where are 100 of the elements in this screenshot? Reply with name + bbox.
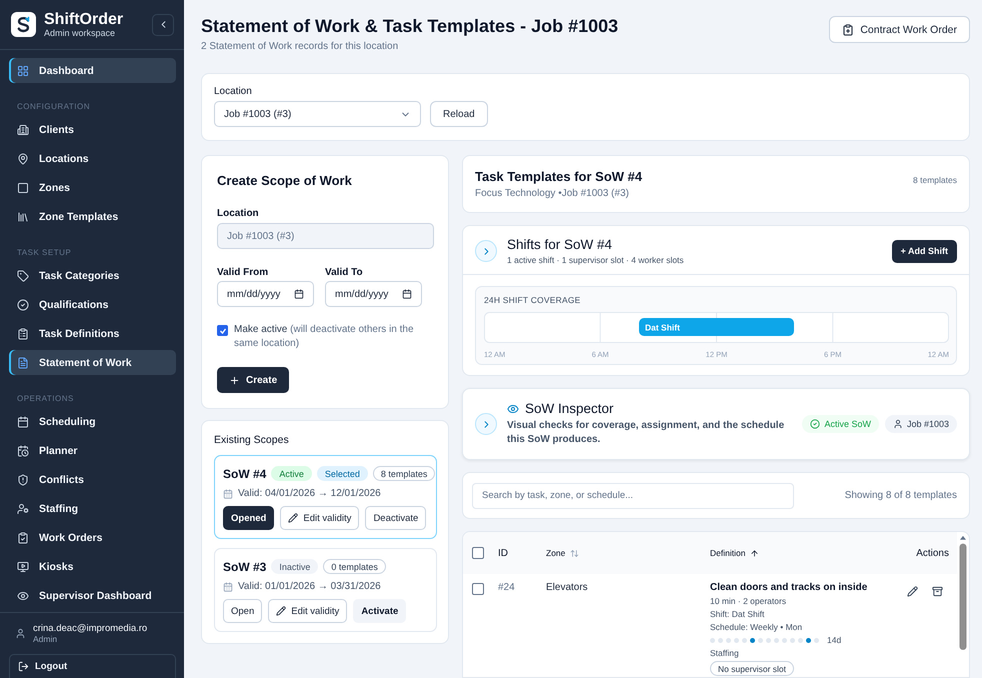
status-badge: 8 templates (372, 466, 436, 481)
scope-action-button[interactable]: Edit validity (280, 506, 360, 530)
scope-title: SoW #3 (223, 560, 266, 574)
calendar-icon (402, 289, 412, 299)
edit-button[interactable] (907, 586, 918, 597)
create-button[interactable]: Create (217, 367, 290, 393)
id-cell-text: #24 (498, 582, 516, 593)
brand-subtitle: Admin workspace (44, 28, 116, 38)
status-badge: 0 templates (323, 559, 386, 574)
clipboard-check-icon (17, 532, 29, 544)
card-title: Existing Scopes (214, 434, 290, 446)
calendar-icon (223, 488, 233, 498)
status-badge: Selected (316, 466, 368, 481)
date-field[interactable]: mm/dd/yyyy (217, 281, 314, 307)
row-checkbox[interactable] (472, 583, 484, 595)
scope-action-button[interactable]: Activate (353, 599, 406, 623)
logout-button[interactable]: Logout (9, 654, 176, 678)
day-span: 14d (827, 635, 842, 645)
nav-item[interactable]: Task Categories (9, 263, 176, 288)
logo-icon (11, 12, 36, 37)
nav-item[interactable]: Work Orders (9, 525, 176, 550)
scope-action-button[interactable]: Edit validity (268, 599, 348, 623)
nav-item[interactable]: Zones (9, 175, 176, 200)
check-circle-icon (810, 419, 820, 429)
nav-item[interactable]: Planner (9, 438, 176, 463)
page-subtitle: 2 Statement of Work records for this location (201, 41, 400, 52)
column-header[interactable]: Definition (710, 548, 889, 558)
nav-item[interactable]: Kiosks (9, 554, 176, 579)
staffing-badge: No supervisor slot (710, 661, 794, 676)
shield-icon (17, 474, 29, 486)
building-icon (17, 124, 29, 136)
tag-icon (17, 270, 29, 282)
pencil-icon (907, 586, 918, 597)
date-field[interactable]: mm/dd/yyyy (325, 281, 422, 307)
field-label: Location (214, 86, 253, 97)
coverage-title: 24H SHIFT COVERAGE (484, 295, 582, 305)
definition-detail: 10 min · 2 operators (710, 596, 788, 606)
page-title: Statement of Work & Task Templates - Job #1003 (201, 16, 618, 37)
search-field[interactable]: Search by task, zone, or schedule... (472, 482, 794, 508)
validity-text: Valid: 04/01/2026 → 12/01/2026 (238, 488, 381, 499)
document-icon (17, 356, 29, 368)
shift-bar[interactable] (639, 318, 794, 336)
nav-item[interactable]: Dashboard (9, 58, 176, 83)
make-active-checkbox[interactable] (217, 325, 228, 336)
nav-item[interactable]: Supervisor Dashboard (9, 583, 176, 608)
status-badge: Inactive (271, 559, 318, 574)
section-heading: TASK SETUP (16, 247, 72, 259)
clipboard-plus-icon (842, 24, 854, 36)
nav-item[interactable]: Qualifications (9, 292, 176, 317)
definition-detail: Schedule: Weekly • Mon (710, 622, 804, 632)
section-heading: CONFIGURATION (16, 101, 92, 113)
user-role: Admin (33, 634, 58, 644)
card-subtitle: Focus Technology •Job #1003 (#3) (475, 188, 630, 199)
make-active-label: Make active (will deactivate others in the same location) (234, 323, 415, 351)
column-header: Actions (915, 548, 949, 558)
nav-item[interactable]: Clients (9, 117, 176, 142)
nav-item[interactable]: Statement of Work (9, 350, 176, 375)
nav-item[interactable]: Staffing (9, 496, 176, 521)
scope-title: SoW #4 (223, 466, 266, 480)
location-field[interactable]: Job #1003 (#3) (217, 223, 434, 249)
nav-item[interactable]: Task Definitions (9, 321, 176, 346)
check-circle-icon (17, 298, 29, 310)
info-badge: Job #1003 (884, 415, 957, 433)
eye-icon (507, 402, 519, 414)
scope-action-button[interactable]: Deactivate (365, 506, 426, 530)
nav-item[interactable]: Zone Templates (9, 204, 176, 229)
square-icon (17, 182, 29, 194)
definition-detail: Shift: Dat Shift (710, 609, 766, 619)
contract-work-order-button[interactable]: Contract Work Order (829, 16, 970, 43)
user-icon (892, 419, 903, 429)
location-select[interactable]: Job #1003 (#3) (214, 101, 421, 127)
field-label: Valid From (217, 267, 270, 278)
scope-card[interactable]: SoW #4 Active Selected 8 templates Valid: 04/01/2026 → 12/01/2026 Opened Edit validity Deactivate (214, 455, 437, 539)
archive-icon (932, 586, 943, 597)
reload-button[interactable]: Reload (430, 101, 488, 127)
sort-icon (570, 548, 580, 558)
select-all-checkbox[interactable] (472, 547, 484, 559)
status-badge: Active (271, 466, 312, 481)
monitor-icon (17, 560, 29, 572)
card-title: Task Templates for SoW #4 (475, 169, 642, 184)
nav-item[interactable]: Conflicts (9, 467, 176, 492)
eye-icon (17, 590, 29, 602)
result-count: Showing 8 of 8 templates (844, 490, 957, 501)
scope-action-button[interactable]: Opened (223, 506, 274, 530)
section-heading: OPERATIONS (16, 393, 75, 405)
arrow-up-icon (750, 548, 760, 558)
brand-name: ShiftOrder (44, 11, 124, 28)
scope-card[interactable]: SoW #3 Inactive 0 templates Valid: 01/01/2026 → 03/31/2026 Open Edit validity Activate (214, 548, 437, 632)
inspector-description: Visual checks for coverage, assignment, and the schedule this SoW produces. (507, 419, 786, 447)
nav-item[interactable]: Scheduling (9, 409, 176, 434)
clipboard-icon (17, 328, 29, 340)
scope-action-button[interactable]: Open (223, 599, 262, 623)
pencil-icon (288, 513, 298, 523)
map-pin-icon (17, 152, 29, 164)
nav-item[interactable]: Locations (9, 146, 176, 171)
add-shift-button[interactable]: + Add Shift (892, 240, 957, 262)
archive-button[interactable] (932, 586, 943, 597)
card-title: SoW Inspector (525, 401, 614, 416)
column-header[interactable]: Zone (546, 548, 710, 558)
card-title: Shifts for SoW #4 (507, 237, 614, 252)
